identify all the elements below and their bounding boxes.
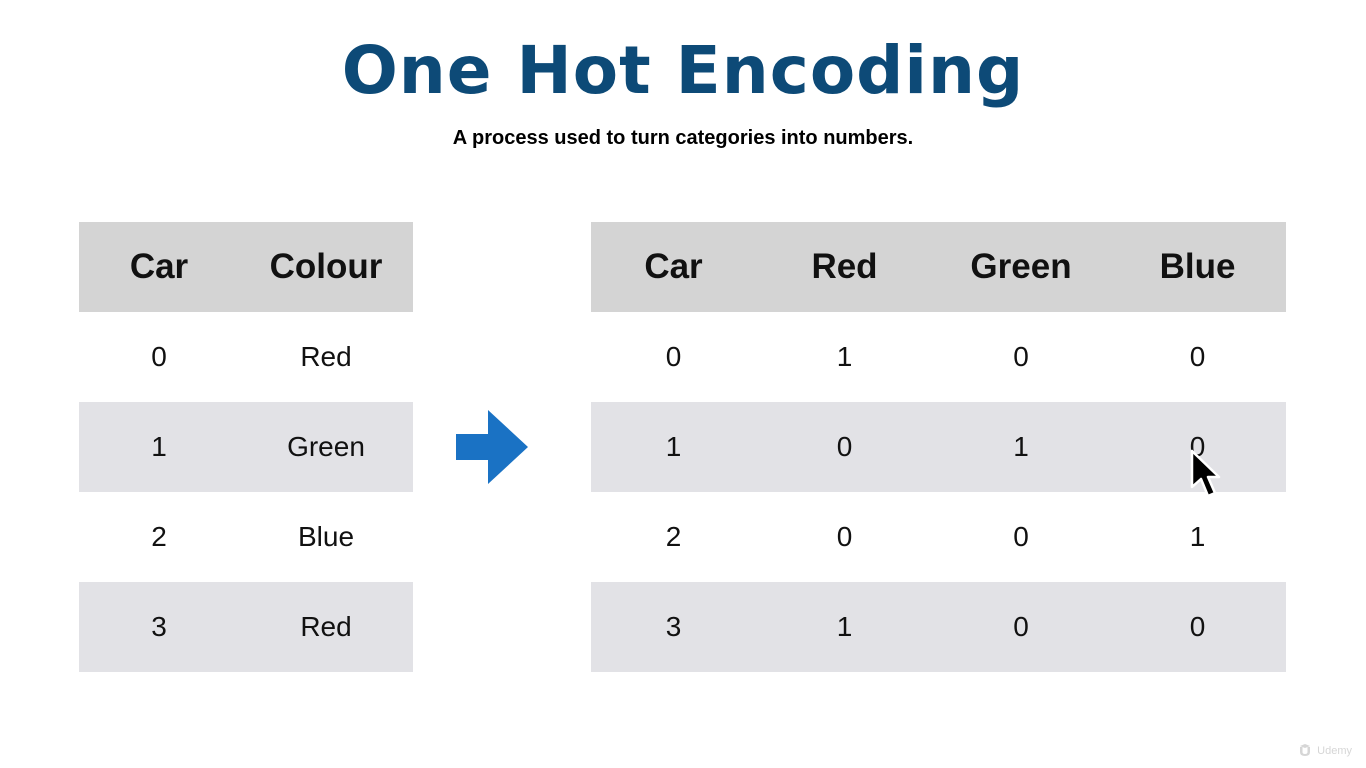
car-cell: 3 <box>665 611 682 642</box>
car-cell: 0 <box>151 341 167 372</box>
right-arrow-icon <box>456 410 528 484</box>
table-row: 2 Blue <box>79 492 413 582</box>
table-row: 0 Red <box>79 312 413 402</box>
table-row: 3 Red <box>79 582 413 672</box>
slide-subtitle: A process used to turn categories into n… <box>452 127 914 149</box>
green-cell: 0 <box>1013 611 1029 642</box>
one-hot-table-header: Car Red Green Blue <box>591 222 1286 312</box>
car-cell: 2 <box>665 521 682 552</box>
colour-table: Car Colour 0 Red 1 Green 2 Blue 3 Red <box>79 222 413 672</box>
red-cell: 1 <box>836 341 853 372</box>
blue-cell: 0 <box>1189 341 1206 372</box>
car-cell: 1 <box>665 431 682 462</box>
watermark-text: Udemy <box>1317 745 1352 757</box>
colour-cell: Red <box>300 611 352 642</box>
slide-title: One Hot Encoding <box>341 32 1025 109</box>
table-row: 1 Green <box>79 402 413 492</box>
mouse-pointer-icon <box>1190 449 1221 498</box>
slide: One Hot Encoding A process used to turn … <box>0 0 1366 768</box>
red-cell: 0 <box>836 521 853 552</box>
udemy-watermark: Udemy <box>1297 744 1352 758</box>
header-blue: Blue <box>1159 247 1236 286</box>
header-car: Car <box>129 247 189 286</box>
header-car: Car <box>644 247 703 286</box>
red-cell: 0 <box>836 431 853 462</box>
table-row: 3 1 0 0 <box>591 582 1286 672</box>
udemy-logo-icon <box>1300 744 1311 756</box>
colour-cell: Green <box>287 431 365 462</box>
car-cell: 3 <box>151 611 167 642</box>
one-hot-table: Car Red Green Blue 0 1 0 0 1 0 1 0 2 0 0… <box>591 222 1286 672</box>
green-cell: 1 <box>1013 431 1029 462</box>
table-row: 2 0 0 1 <box>591 492 1286 582</box>
header-colour: Colour <box>269 247 383 286</box>
colour-table-header: Car Colour <box>79 222 413 312</box>
car-cell: 0 <box>665 341 682 372</box>
red-cell: 1 <box>836 611 853 642</box>
green-cell: 0 <box>1013 521 1029 552</box>
green-cell: 0 <box>1013 341 1029 372</box>
colour-cell: Red <box>300 341 352 372</box>
colour-cell: Blue <box>297 521 355 552</box>
table-row: 1 0 1 0 <box>591 402 1286 492</box>
table-row: 0 1 0 0 <box>591 312 1286 402</box>
car-cell: 1 <box>151 431 167 462</box>
header-green: Green <box>970 247 1072 286</box>
header-red: Red <box>811 247 878 286</box>
car-cell: 2 <box>151 521 167 552</box>
blue-cell: 0 <box>1189 611 1206 642</box>
